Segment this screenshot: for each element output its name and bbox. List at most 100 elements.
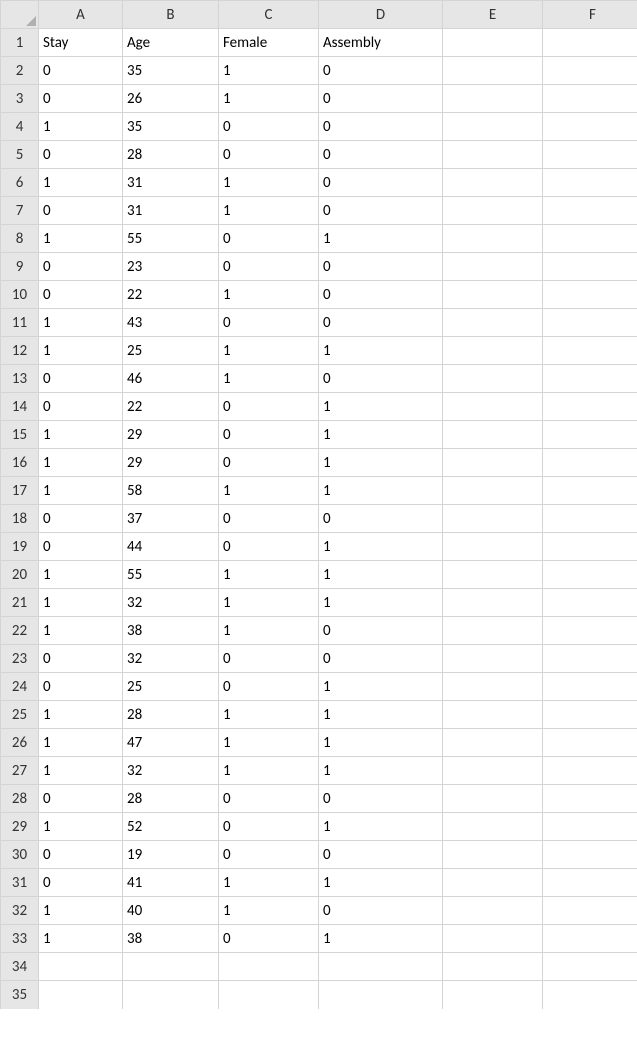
cell-D4[interactable]: 0 [319,113,443,141]
cell-B16[interactable]: 29 [123,449,219,477]
cell-A3[interactable]: 0 [39,85,123,113]
cell-A12[interactable]: 1 [39,337,123,365]
cell-E18[interactable] [443,505,543,533]
cell-A21[interactable]: 1 [39,589,123,617]
cell-D26[interactable]: 1 [319,729,443,757]
cell-B24[interactable]: 25 [123,673,219,701]
cell-D24[interactable]: 1 [319,673,443,701]
cell-A14[interactable]: 0 [39,393,123,421]
row-header-31[interactable]: 31 [1,869,39,897]
cell-B29[interactable]: 52 [123,813,219,841]
col-header-C[interactable]: C [219,1,319,29]
cell-F29[interactable] [543,813,637,841]
cell-F30[interactable] [543,841,637,869]
cell-E26[interactable] [443,729,543,757]
row-header-23[interactable]: 23 [1,645,39,673]
row-header-27[interactable]: 27 [1,757,39,785]
cell-F26[interactable] [543,729,637,757]
row-header-13[interactable]: 13 [1,365,39,393]
cell-B28[interactable]: 28 [123,785,219,813]
row-header-18[interactable]: 18 [1,505,39,533]
cell-F25[interactable] [543,701,637,729]
row-header-5[interactable]: 5 [1,141,39,169]
cell-C8[interactable]: 0 [219,225,319,253]
cell-C22[interactable]: 1 [219,617,319,645]
cell-D23[interactable]: 0 [319,645,443,673]
cell-B26[interactable]: 47 [123,729,219,757]
row-header-7[interactable]: 7 [1,197,39,225]
cell-A15[interactable]: 1 [39,421,123,449]
cell-F33[interactable] [543,925,637,953]
cell-C9[interactable]: 0 [219,253,319,281]
row-header-25[interactable]: 25 [1,701,39,729]
cell-A26[interactable]: 1 [39,729,123,757]
cell-B30[interactable]: 19 [123,841,219,869]
cell-D32[interactable]: 0 [319,897,443,925]
cell-C10[interactable]: 1 [219,281,319,309]
cell-E7[interactable] [443,197,543,225]
cell-A5[interactable]: 0 [39,141,123,169]
cell-D10[interactable]: 0 [319,281,443,309]
row-header-12[interactable]: 12 [1,337,39,365]
cell-B14[interactable]: 22 [123,393,219,421]
cell-F34[interactable] [543,953,637,981]
cell-F23[interactable] [543,645,637,673]
cell-B5[interactable]: 28 [123,141,219,169]
cell-A10[interactable]: 0 [39,281,123,309]
cell-C27[interactable]: 1 [219,757,319,785]
cell-E12[interactable] [443,337,543,365]
row-header-10[interactable]: 10 [1,281,39,309]
cell-C7[interactable]: 1 [219,197,319,225]
cell-B31[interactable]: 41 [123,869,219,897]
cell-C17[interactable]: 1 [219,477,319,505]
cell-E19[interactable] [443,533,543,561]
cell-B25[interactable]: 28 [123,701,219,729]
row-header-29[interactable]: 29 [1,813,39,841]
cell-D34[interactable] [319,953,443,981]
cell-E16[interactable] [443,449,543,477]
cell-B6[interactable]: 31 [123,169,219,197]
row-header-4[interactable]: 4 [1,113,39,141]
row-header-30[interactable]: 30 [1,841,39,869]
cell-C2[interactable]: 1 [219,57,319,85]
cell-B2[interactable]: 35 [123,57,219,85]
cell-A23[interactable]: 0 [39,645,123,673]
cell-A25[interactable]: 1 [39,701,123,729]
cell-F32[interactable] [543,897,637,925]
cell-D25[interactable]: 1 [319,701,443,729]
cell-F2[interactable] [543,57,637,85]
cell-C14[interactable]: 0 [219,393,319,421]
cell-D20[interactable]: 1 [319,561,443,589]
cell-A13[interactable]: 0 [39,365,123,393]
cell-B23[interactable]: 32 [123,645,219,673]
cell-A33[interactable]: 1 [39,925,123,953]
cell-B20[interactable]: 55 [123,561,219,589]
cell-B1[interactable]: Age [123,29,219,57]
col-header-A[interactable]: A [39,1,123,29]
spreadsheet-grid[interactable]: A B C D E F 1StayAgeFemaleAssembly203510… [0,0,637,1009]
cell-B18[interactable]: 37 [123,505,219,533]
cell-A20[interactable]: 1 [39,561,123,589]
cell-D17[interactable]: 1 [319,477,443,505]
cell-D7[interactable]: 0 [319,197,443,225]
cell-F22[interactable] [543,617,637,645]
cell-E34[interactable] [443,953,543,981]
cell-C23[interactable]: 0 [219,645,319,673]
cell-F15[interactable] [543,421,637,449]
cell-E31[interactable] [443,869,543,897]
cell-B13[interactable]: 46 [123,365,219,393]
cell-D28[interactable]: 0 [319,785,443,813]
cell-C5[interactable]: 0 [219,141,319,169]
cell-E21[interactable] [443,589,543,617]
cell-A30[interactable]: 0 [39,841,123,869]
cell-F1[interactable] [543,29,637,57]
cell-A16[interactable]: 1 [39,449,123,477]
cell-F35[interactable] [543,981,637,1009]
cell-D22[interactable]: 0 [319,617,443,645]
cell-F16[interactable] [543,449,637,477]
cell-C4[interactable]: 0 [219,113,319,141]
cell-E3[interactable] [443,85,543,113]
col-header-E[interactable]: E [443,1,543,29]
cell-B10[interactable]: 22 [123,281,219,309]
cell-B8[interactable]: 55 [123,225,219,253]
